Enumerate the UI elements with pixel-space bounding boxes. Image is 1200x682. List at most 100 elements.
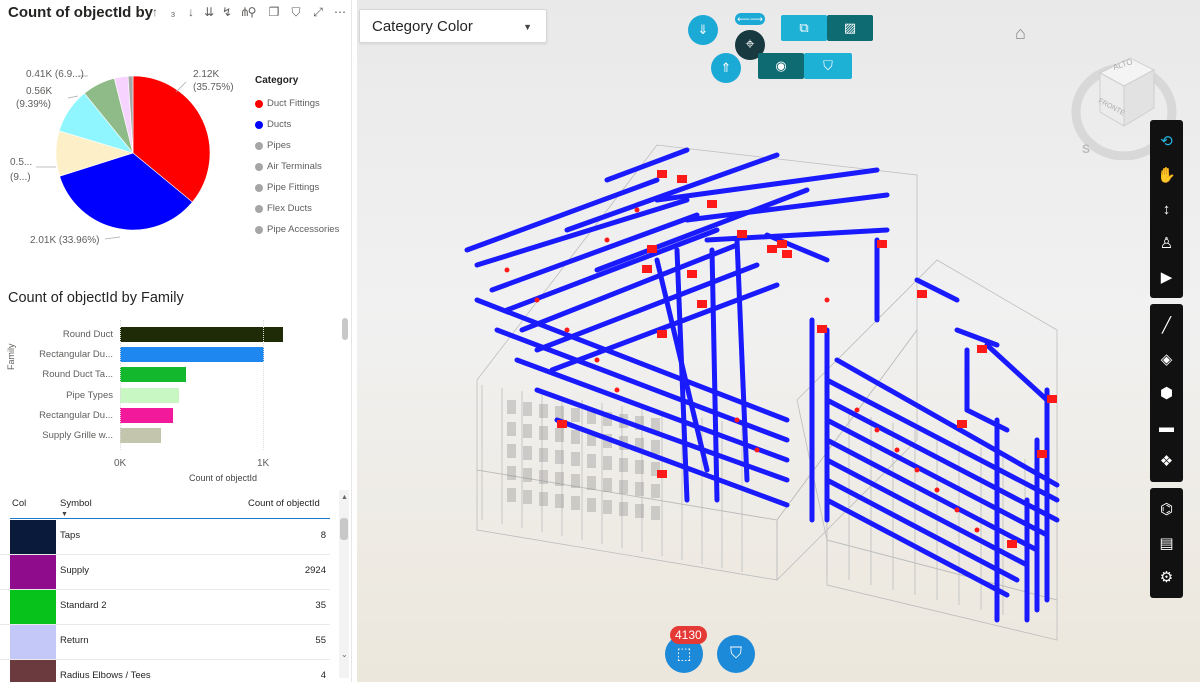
view-cube-south-label: S (1082, 142, 1090, 156)
legend-item[interactable]: Ducts (255, 114, 339, 135)
3d-viewer[interactable]: Category Color ▼ ⇓ ⇑ ⟵⟶ ⌖ ⧉ ▨ ◉ ⛉ ⌂ ALTO… (357, 0, 1200, 682)
bar-2[interactable] (120, 367, 186, 383)
legend-dot (255, 204, 263, 213)
measure-button[interactable]: ╱ (1150, 308, 1183, 342)
xray-button[interactable]: ▨ (827, 15, 873, 41)
arrow-up-icon: ⇑ (720, 60, 732, 75)
category-color-value: Category Color (372, 18, 473, 35)
legend-item[interactable]: Flex Ducts (255, 198, 339, 219)
section-box-button[interactable]: ⧉ (781, 15, 827, 41)
chevron-down-icon: ▼ (523, 22, 532, 32)
scroll-up-icon[interactable]: ▲ (341, 494, 348, 501)
copy-icon[interactable]: ❐ (267, 5, 281, 20)
analysis-tools: ╱ ◈ ⬢ ▬ ❖ (1150, 304, 1183, 482)
bar-4[interactable] (120, 407, 173, 423)
col-header-count[interactable]: Count of objectId (248, 498, 320, 509)
table-row[interactable]: Standard 2 35 (0, 590, 330, 625)
pie-legend: Category Duct Fittings Ducts Pipes Air Term… (255, 75, 339, 240)
zoom-button[interactable]: ↕ (1150, 192, 1183, 226)
bar-chart-scrollbar[interactable] (342, 318, 348, 340)
table-scrollbar-track[interactable]: ▲ ⌄ (339, 490, 349, 678)
gear-icon: ⚙ (1159, 569, 1174, 586)
folder-icon: ▬ (1159, 418, 1174, 436)
legend-item[interactable]: Pipe Fittings (255, 177, 339, 198)
pie-label-duct-fittings-value: 2.12K (193, 69, 220, 80)
camera-icon: ▶ (1160, 269, 1173, 286)
table-row[interactable]: Supply 2924 (0, 555, 330, 590)
bar-axis-0 (120, 320, 121, 450)
bar-x-axis-label: Count of objectId (189, 473, 258, 483)
bar-1[interactable] (120, 347, 265, 363)
pan-button[interactable]: ✋ (1150, 158, 1183, 192)
crosshair-icon: ⌖ (745, 36, 755, 53)
bar-category-label: Rectangular Du... (39, 409, 113, 421)
settings-button[interactable]: ⚙ (1150, 560, 1183, 594)
isolate-button[interactable]: ◉ (758, 53, 804, 79)
explode-button[interactable]: ⬢ (1150, 376, 1183, 410)
clear-filter-button[interactable]: ⛉ (717, 635, 755, 673)
focus-mode-icon[interactable]: ⤢ (311, 5, 325, 20)
symbol-cell: Supply (60, 565, 90, 576)
orbit-button[interactable]: ⟲ (1150, 124, 1183, 158)
section-tool-button[interactable]: ◈ (1150, 342, 1183, 376)
table-row[interactable]: Return 55 (0, 625, 330, 660)
bar-3[interactable] (120, 387, 179, 403)
filter-icon[interactable]: ⛉ (289, 5, 303, 20)
expand-up-button[interactable]: ⇑ (711, 53, 741, 83)
legend-item[interactable]: Duct Fittings (255, 93, 339, 114)
legend-label: Flex Ducts (267, 203, 312, 214)
bar-category-label: Pipe Types (66, 389, 113, 401)
selection-box-icon: ⬚ (676, 646, 692, 663)
bar-5[interactable] (120, 428, 162, 443)
pie-leader-line (104, 236, 121, 240)
building-wireframe (476, 144, 1058, 641)
legend-label: Pipes (267, 140, 291, 151)
more-options-icon[interactable]: ⋯ (333, 5, 347, 20)
bar-axis-1k (263, 320, 264, 450)
category-color-dropdown[interactable]: Category Color ▼ (359, 9, 547, 43)
symbol-cell: Radius Elbows / Tees (60, 670, 151, 681)
funnel-icon: ⛉ (823, 58, 833, 73)
home-icon[interactable]: ⌂ (1015, 23, 1026, 44)
model-browser-button[interactable]: ▬ (1150, 410, 1183, 444)
pie-leader-line (67, 95, 79, 99)
legend-item[interactable]: Pipe Accessories (255, 219, 339, 240)
legend-label: Duct Fittings (267, 98, 320, 109)
settings-tools: ⌬ ▤ ⚙ (1150, 488, 1183, 598)
section-icon: ⧉ (799, 20, 809, 35)
legend-item[interactable]: Air Terminals (255, 156, 339, 177)
pie-label-slice-4-percent: (9.39%) (16, 99, 52, 110)
table-scrollbar-thumb[interactable] (340, 518, 348, 540)
sort-indicator-icon: ▼ (61, 511, 68, 518)
col-header-symbol[interactable]: Symbol (60, 498, 92, 509)
pie-label-duct-fittings-percent: (35.75%) (193, 82, 234, 93)
explode-horizontal-button[interactable]: ⟵⟶ (735, 13, 765, 25)
legend-item[interactable]: Pipes (255, 135, 339, 156)
col-header-col[interactable]: Col (12, 498, 26, 509)
pie-label-slice-5: 0.41K (6.9...) (26, 69, 84, 80)
arrow-down-icon: ⇓ (697, 22, 709, 37)
document-button[interactable]: ▤ (1150, 526, 1183, 560)
symbol-cell: Return (60, 635, 89, 646)
duct-runs (464, 147, 1060, 623)
document-icon: ▤ (1159, 535, 1174, 552)
camera-button[interactable]: ▶ (1150, 260, 1183, 294)
pie-label-slice-3-percent: (9...) (10, 172, 31, 183)
visual-header-actions: ⚲ ❐ ⛉ ⤢ ⋯ (245, 5, 347, 20)
first-person-button[interactable]: ♙ (1150, 226, 1183, 260)
collapse-down-button[interactable]: ⇓ (688, 15, 718, 45)
target-icon: ◉ (775, 58, 787, 73)
scroll-down-icon[interactable]: ⌄ (341, 650, 348, 659)
count-cell: 55 (315, 635, 326, 646)
count-cell: 2924 (304, 565, 326, 576)
table-row[interactable]: Radius Elbows / Tees 4 (0, 660, 330, 682)
arrows-horizontal-icon: ⟵⟶ (737, 14, 763, 24)
structure-button[interactable]: ⌬ (1150, 492, 1183, 526)
count-cell: 8 (320, 530, 326, 541)
viewer-filter-button[interactable]: ⛉ (804, 53, 852, 79)
properties-button[interactable]: ❖ (1150, 444, 1183, 478)
legend-dot (255, 162, 263, 171)
table-row[interactable]: Taps 8 (0, 520, 330, 555)
tree-icon: ⌬ (1159, 501, 1174, 518)
bar-0[interactable] (120, 327, 284, 342)
